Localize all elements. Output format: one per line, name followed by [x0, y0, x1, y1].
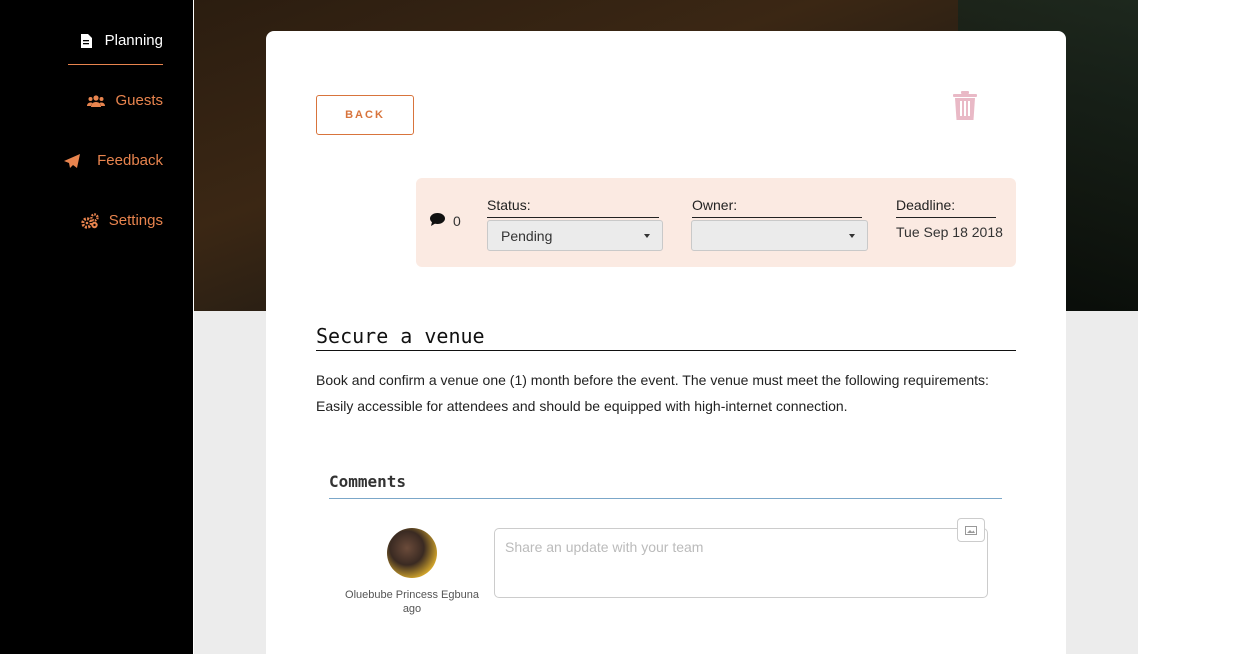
owner-label: Owner:	[692, 197, 738, 213]
image-upload-icon[interactable]	[957, 518, 985, 542]
comment-icon	[430, 213, 445, 229]
deadline-label: Deadline:	[896, 197, 956, 213]
paper-plane-icon	[63, 153, 81, 169]
trash-icon[interactable]	[952, 91, 978, 126]
comment-count: 0	[430, 213, 461, 229]
comment-author: Oluebube Princess Egbuna ago	[338, 588, 486, 616]
task-card: BACK 0 Status: Pending Owner: Deadline: …	[266, 31, 1066, 671]
sidebar-item-label: Guests	[115, 92, 163, 109]
sidebar-item-settings[interactable]: Settings	[81, 212, 163, 229]
back-button[interactable]: BACK	[316, 95, 414, 135]
status-value: Pending	[501, 227, 553, 244]
comments-divider	[329, 498, 1002, 499]
users-icon	[87, 93, 106, 109]
sidebar-item-guests[interactable]: Guests	[87, 92, 163, 109]
author-name: Oluebube Princess Egbuna	[345, 589, 479, 601]
owner-select[interactable]	[691, 220, 868, 251]
sidebar-item-feedback[interactable]: Feedback	[63, 152, 163, 169]
deadline-underline	[896, 217, 996, 218]
sidebar: Planning Guests Feedback Settings	[0, 0, 193, 654]
chevron-down-icon	[644, 234, 650, 238]
comment-input[interactable]	[494, 528, 988, 598]
status-label: Status:	[487, 197, 531, 213]
status-select[interactable]: Pending	[487, 220, 663, 251]
sidebar-item-label: Planning	[104, 32, 163, 49]
sidebar-item-label: Settings	[108, 212, 163, 229]
avatar	[387, 528, 437, 578]
deadline-value[interactable]: Tue Sep 18 2018	[896, 224, 1003, 240]
comments-heading: Comments	[329, 472, 407, 491]
comment-count-value: 0	[453, 213, 461, 229]
gears-icon	[81, 212, 99, 229]
owner-underline	[692, 217, 862, 218]
author-time: ago	[402, 603, 422, 615]
status-underline	[487, 217, 659, 218]
title-divider	[316, 350, 1016, 351]
document-icon	[77, 33, 95, 49]
task-meta-panel: 0 Status: Pending Owner: Deadline: Tue S…	[416, 178, 1016, 267]
sidebar-item-label: Feedback	[97, 152, 163, 169]
chevron-down-icon	[849, 234, 855, 238]
task-description[interactable]: Book and confirm a venue one (1) month b…	[316, 367, 996, 419]
task-title[interactable]: Secure a venue	[316, 324, 485, 348]
active-nav-underline	[68, 64, 163, 65]
sidebar-item-planning[interactable]: Planning	[77, 32, 163, 49]
